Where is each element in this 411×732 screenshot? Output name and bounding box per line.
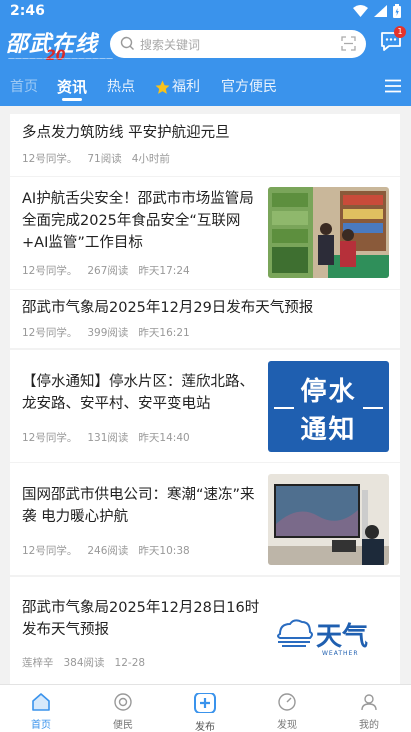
news-time: 4小时前 <box>131 153 170 165</box>
profile-icon <box>361 694 377 711</box>
weather-thumb-text: 天气 <box>316 622 369 652</box>
weather-thumb-sub: WEATHER <box>322 650 359 657</box>
news-time: 昨天17:24 <box>138 265 190 277</box>
news-meta: 12号同学。 267阅读 昨天17:24 <box>22 263 200 278</box>
news-title: 邵武市气象局2025年12月28日16时发布天气预报 <box>22 600 260 638</box>
app-logo[interactable]: 邵武在线 20 ——————————————— <box>6 26 113 64</box>
nav-publish[interactable]: 发布 <box>175 692 235 732</box>
news-author: 12号同学。 <box>22 432 78 444</box>
tab-home[interactable]: 首页 <box>10 76 38 96</box>
news-meta: 莲梓辛 384阅读 12-28 <box>22 655 155 670</box>
nav-label: 首页 <box>31 720 51 731</box>
active-tab-indicator <box>62 98 82 101</box>
news-reads: 246阅读 <box>87 545 129 557</box>
news-card[interactable]: 多点发力筑防线 平安护航迎元旦 12号同学。 71阅读 4小时前 <box>10 114 400 176</box>
news-author: 12号同学。 <box>22 265 78 277</box>
news-time: 12-28 <box>114 657 146 669</box>
news-author: 12号同学。 <box>22 153 78 165</box>
news-reads: 267阅读 <box>87 265 129 277</box>
message-count-badge: 1 <box>394 26 406 38</box>
news-reads: 71阅读 <box>87 153 122 165</box>
news-meta: 12号同学。 71阅读 4小时前 <box>22 151 180 166</box>
food-inspection-photo <box>268 187 389 278</box>
nav-home[interactable]: 首页 <box>11 693 71 731</box>
message-button[interactable]: 1 <box>380 26 406 56</box>
search-icon <box>120 36 134 50</box>
news-card[interactable]: 邵武市气象局2025年12月29日发布天气预报 12号同学。 399阅读 昨天16:… <box>10 290 400 348</box>
news-meta: 12号同学。 246阅读 昨天10:38 <box>22 543 200 558</box>
nav-label: 便民 <box>113 720 133 731</box>
news-card[interactable]: AI护航舌尖安全！邵武市市场监管局全面完成2025年食品安全“互联网+AI监管”… <box>10 177 400 289</box>
signal-icon <box>374 5 387 17</box>
top-header: 2:46 邵武在线 20 ——————————————— 搜索关键词 1 首页 … <box>0 0 411 106</box>
tab-news[interactable]: 资讯 <box>57 76 87 97</box>
services-icon <box>114 693 132 711</box>
news-title: AI护航舌尖安全！邵武市市场监管局全面完成2025年食品安全“互联网+AI监管”… <box>22 191 254 251</box>
news-thumbnail: 停水 通知 <box>268 361 389 452</box>
nav-profile[interactable]: 我的 <box>339 693 399 731</box>
cloud-icon <box>277 619 313 647</box>
news-time: 昨天16:21 <box>138 327 190 339</box>
news-meta: 12号同学。 131阅读 昨天14:40 <box>22 430 200 445</box>
news-thumbnail <box>268 474 389 565</box>
nav-services[interactable]: 便民 <box>93 693 153 731</box>
nav-discover[interactable]: 发现 <box>257 693 317 731</box>
nav-label: 我的 <box>359 720 379 731</box>
news-thumbnail <box>268 187 389 278</box>
news-time: 昨天14:40 <box>138 432 190 444</box>
star-icon <box>155 80 170 94</box>
news-card[interactable]: 邵武市气象局2025年12月28日16时发布天气预报 莲梓辛 384阅读 12-28… <box>10 577 400 684</box>
menu-icon[interactable] <box>385 79 401 93</box>
search-placeholder: 搜索关键词 <box>140 38 201 52</box>
logo-subtitle: ——————————————— <box>8 54 113 62</box>
news-title: 邵武市气象局2025年12月29日发布天气预报 <box>22 300 314 316</box>
news-author: 12号同学。 <box>22 545 78 557</box>
news-author: 12号同学。 <box>22 327 78 339</box>
news-author: 莲梓辛 <box>22 657 54 669</box>
news-thumbnail: 天气 WEATHER <box>268 588 389 679</box>
category-tabs: 首页 资讯 热点 福利 官方便民 <box>0 72 411 106</box>
news-time: 昨天10:38 <box>138 545 190 557</box>
news-card[interactable]: 国网邵武市供电公司：寒潮“速冻”来袭 电力暖心护航 12号同学。 246阅读 昨天1… <box>10 463 400 575</box>
news-reads: 384阅读 <box>63 657 105 669</box>
bottom-navigation: 首页 便民 发布 发现 我的 <box>0 684 411 732</box>
publish-plus-icon <box>194 692 216 714</box>
news-title: 【停水通知】停水片区：莲欣北路、龙安路、安平村、安平变电站 <box>22 374 254 412</box>
status-time: 2:46 <box>10 3 45 19</box>
power-service-photo <box>268 474 389 565</box>
home-icon <box>32 693 50 711</box>
tab-hot[interactable]: 热点 <box>107 76 135 96</box>
discover-icon <box>278 693 296 711</box>
scan-icon[interactable] <box>341 36 356 51</box>
battery-icon <box>393 4 401 18</box>
nav-label: 发现 <box>277 720 297 731</box>
news-reads: 399阅读 <box>87 327 129 339</box>
news-feed: 多点发力筑防线 平安护航迎元旦 12号同学。 71阅读 4小时前 AI护航舌尖安全！… <box>10 114 400 684</box>
thumb-line2: 通知 <box>300 415 357 445</box>
tab-welfare[interactable]: 福利 <box>172 76 200 96</box>
search-bar[interactable]: 搜索关键词 <box>110 30 366 58</box>
news-meta: 12号同学。 399阅读 昨天16:21 <box>22 325 200 340</box>
tab-official-services[interactable]: 官方便民 <box>221 76 277 96</box>
news-title: 多点发力筑防线 平安护航迎元旦 <box>22 125 230 141</box>
news-card[interactable]: 【停水通知】停水片区：莲欣北路、龙安路、安平村、安平变电站 12号同学。 131阅… <box>10 350 400 462</box>
news-reads: 131阅读 <box>87 432 129 444</box>
thumb-line1: 停水 <box>300 377 357 407</box>
status-bar: 2:46 <box>0 0 411 24</box>
news-title: 国网邵武市供电公司：寒潮“速冻”来袭 电力暖心护航 <box>22 487 255 525</box>
nav-label: 发布 <box>195 722 215 732</box>
wifi-icon <box>353 5 368 17</box>
